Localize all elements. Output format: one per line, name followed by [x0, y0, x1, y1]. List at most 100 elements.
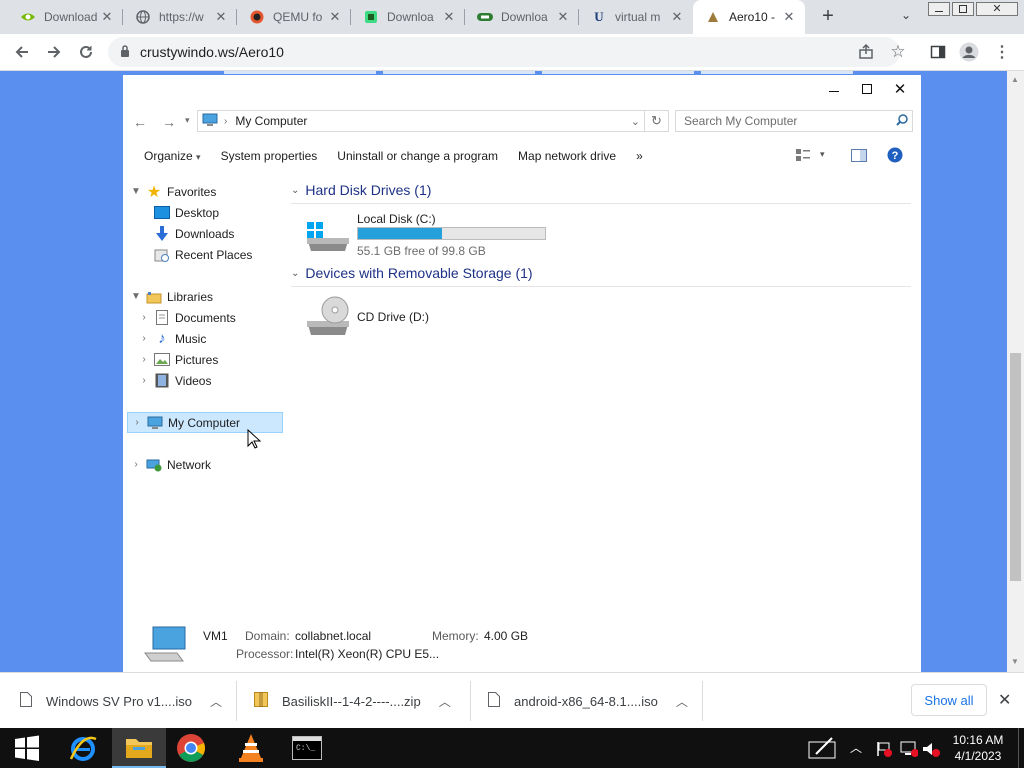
internet-explorer-icon[interactable]	[56, 728, 110, 768]
tab-search-chevron-icon[interactable]: ⌄	[896, 8, 916, 26]
show-all-button[interactable]: Show all	[911, 684, 987, 716]
recent-locations-chevron-icon[interactable]: ▾	[185, 115, 190, 126]
nav-downloads[interactable]: Downloads	[127, 223, 283, 244]
close-window-icon[interactable]: ✕	[976, 2, 1018, 16]
more-commands-button[interactable]: »	[626, 149, 653, 163]
aero-icon	[705, 9, 721, 25]
expanded-chevron-icon[interactable]: ▼	[127, 186, 145, 197]
file-explorer-icon[interactable]	[112, 728, 166, 768]
help-icon[interactable]: ?	[887, 147, 903, 166]
side-panel-icon[interactable]	[926, 40, 950, 64]
collapsed-chevron-icon[interactable]: ›	[135, 333, 153, 344]
back-icon[interactable]	[10, 40, 34, 64]
vlc-icon[interactable]	[224, 728, 278, 768]
network-status-icon[interactable]	[900, 741, 919, 760]
nav-favorites[interactable]: ▼ ★ Favorites	[127, 181, 283, 202]
collapsed-chevron-icon[interactable]: ›	[128, 417, 146, 428]
tab-virtual[interactable]: U virtual m ✕	[579, 0, 693, 34]
download-item-windows-iso[interactable]: Windows SV Pro v1....iso ︿	[20, 673, 222, 729]
scrollbar-thumb[interactable]	[1010, 353, 1021, 581]
scroll-down-icon[interactable]: ▼	[1011, 657, 1019, 666]
expanded-chevron-icon[interactable]: ▼	[127, 291, 145, 302]
computer-icon	[146, 415, 164, 431]
command-prompt-icon[interactable]: C:\_	[280, 728, 334, 768]
close-tab-icon[interactable]: ✕	[441, 9, 457, 25]
nav-desktop[interactable]: Desktop	[127, 202, 283, 223]
tab-aero10[interactable]: Aero10 - ✕	[693, 0, 805, 34]
minimize-window-icon[interactable]	[928, 2, 950, 16]
organize-button[interactable]: Organize ▾	[123, 149, 211, 163]
file-icon	[488, 692, 500, 710]
share-icon[interactable]	[854, 40, 878, 64]
group-removable-storage[interactable]: ⌄ Devices with Removable Storage (1)	[291, 265, 911, 287]
address-bar[interactable]: crustywindo.ws/Aero10	[108, 37, 900, 67]
chrome-icon[interactable]	[164, 728, 218, 768]
change-view-icon[interactable]	[795, 148, 811, 165]
explorer-refresh-icon[interactable]: ↻	[645, 110, 669, 132]
restore-window-icon[interactable]	[952, 2, 974, 16]
windows-start-icon[interactable]	[0, 728, 54, 768]
nav-documents[interactable]: › Documents	[127, 307, 283, 328]
nav-pictures[interactable]: › Pictures	[127, 349, 283, 370]
system-properties-button[interactable]: System properties	[211, 149, 328, 163]
close-tab-icon[interactable]: ✕	[99, 9, 115, 25]
web-page: ✕ ← → ▾ › My Computer ⌄ ↻ Search My Comp…	[0, 71, 1007, 673]
preview-pane-icon[interactable]	[851, 149, 867, 165]
collapsed-chevron-icon[interactable]: ›	[135, 312, 153, 323]
group-chevron-icon[interactable]: ⌄	[291, 185, 299, 196]
uninstall-program-button[interactable]: Uninstall or change a program	[327, 149, 508, 163]
close-tab-icon[interactable]: ✕	[781, 9, 797, 25]
close-tab-icon[interactable]: ✕	[213, 9, 229, 25]
tab-download-site[interactable]: Downloa ✕	[465, 0, 579, 34]
page-scrollbar[interactable]: ▲ ▼	[1007, 71, 1024, 672]
tab-https[interactable]: https://w ✕	[123, 0, 237, 34]
bookmark-star-icon[interactable]: ☆	[886, 40, 910, 64]
nav-libraries[interactable]: ▼ Libraries	[127, 286, 283, 307]
explorer-minimize-icon[interactable]	[819, 79, 849, 99]
reload-icon[interactable]	[74, 40, 98, 64]
search-placeholder: Search My Computer	[684, 114, 798, 128]
explorer-close-icon[interactable]: ✕	[885, 79, 915, 99]
show-desktop-button[interactable]	[1018, 728, 1024, 768]
nav-videos[interactable]: › Videos	[127, 370, 283, 391]
nav-network[interactable]: › Network	[127, 454, 283, 475]
profile-avatar-icon[interactable]	[957, 40, 981, 64]
explorer-search-input[interactable]: Search My Computer	[675, 110, 913, 132]
search-icon	[896, 113, 908, 129]
download-options-chevron-icon[interactable]: ︿	[676, 693, 688, 710]
explorer-forward-icon[interactable]: →	[162, 114, 176, 130]
action-center-flag-icon[interactable]	[876, 741, 892, 760]
nav-recent-places[interactable]: Recent Places	[127, 244, 283, 265]
forward-icon[interactable]	[42, 40, 66, 64]
explorer-address-bar[interactable]: › My Computer ⌄	[197, 110, 645, 132]
group-chevron-icon[interactable]: ⌄	[291, 268, 299, 279]
view-options-chevron-icon[interactable]: ▾	[820, 149, 825, 160]
download-options-chevron-icon[interactable]: ︿	[210, 693, 222, 710]
download-item-android-iso[interactable]: android-x86_64-8.1....iso ︿	[488, 673, 688, 729]
explorer-back-icon[interactable]: ←	[133, 114, 147, 130]
new-tab-icon[interactable]: +	[816, 5, 840, 29]
close-tab-icon[interactable]: ✕	[555, 9, 571, 25]
pen-workspace-icon[interactable]	[808, 736, 838, 763]
tab-nvidia[interactable]: Download ✕	[0, 0, 123, 34]
download-item-basilisk-zip[interactable]: BasiliskII--1-4-2----....zip ︿	[254, 673, 451, 729]
scroll-up-icon[interactable]: ▲	[1011, 75, 1019, 84]
menu-kebab-icon[interactable]: ⋮	[990, 40, 1014, 64]
nav-music[interactable]: › ♪ Music	[127, 328, 283, 349]
volume-muted-icon[interactable]	[922, 741, 940, 760]
close-shelf-icon[interactable]: ✕	[998, 690, 1011, 710]
tab-qemu[interactable]: QEMU fo ✕	[237, 0, 351, 34]
collapsed-chevron-icon[interactable]: ›	[135, 375, 153, 386]
collapsed-chevron-icon[interactable]: ›	[135, 354, 153, 365]
collapsed-chevron-icon[interactable]: ›	[127, 459, 145, 470]
map-network-drive-button[interactable]: Map network drive	[508, 149, 626, 163]
tab-android[interactable]: Downloa ✕	[351, 0, 465, 34]
download-options-chevron-icon[interactable]: ︿	[439, 693, 451, 710]
show-hidden-icons-chevron-icon[interactable]: ︿	[850, 739, 862, 756]
system-clock[interactable]: 10:16 AM 4/1/2023	[946, 732, 1010, 764]
address-dropdown-icon[interactable]: ⌄	[631, 115, 640, 128]
close-tab-icon[interactable]: ✕	[669, 9, 685, 25]
explorer-maximize-icon[interactable]	[852, 79, 882, 99]
group-hard-disk-drives[interactable]: ⌄ Hard Disk Drives (1)	[291, 182, 911, 204]
close-tab-icon[interactable]: ✕	[327, 9, 343, 25]
